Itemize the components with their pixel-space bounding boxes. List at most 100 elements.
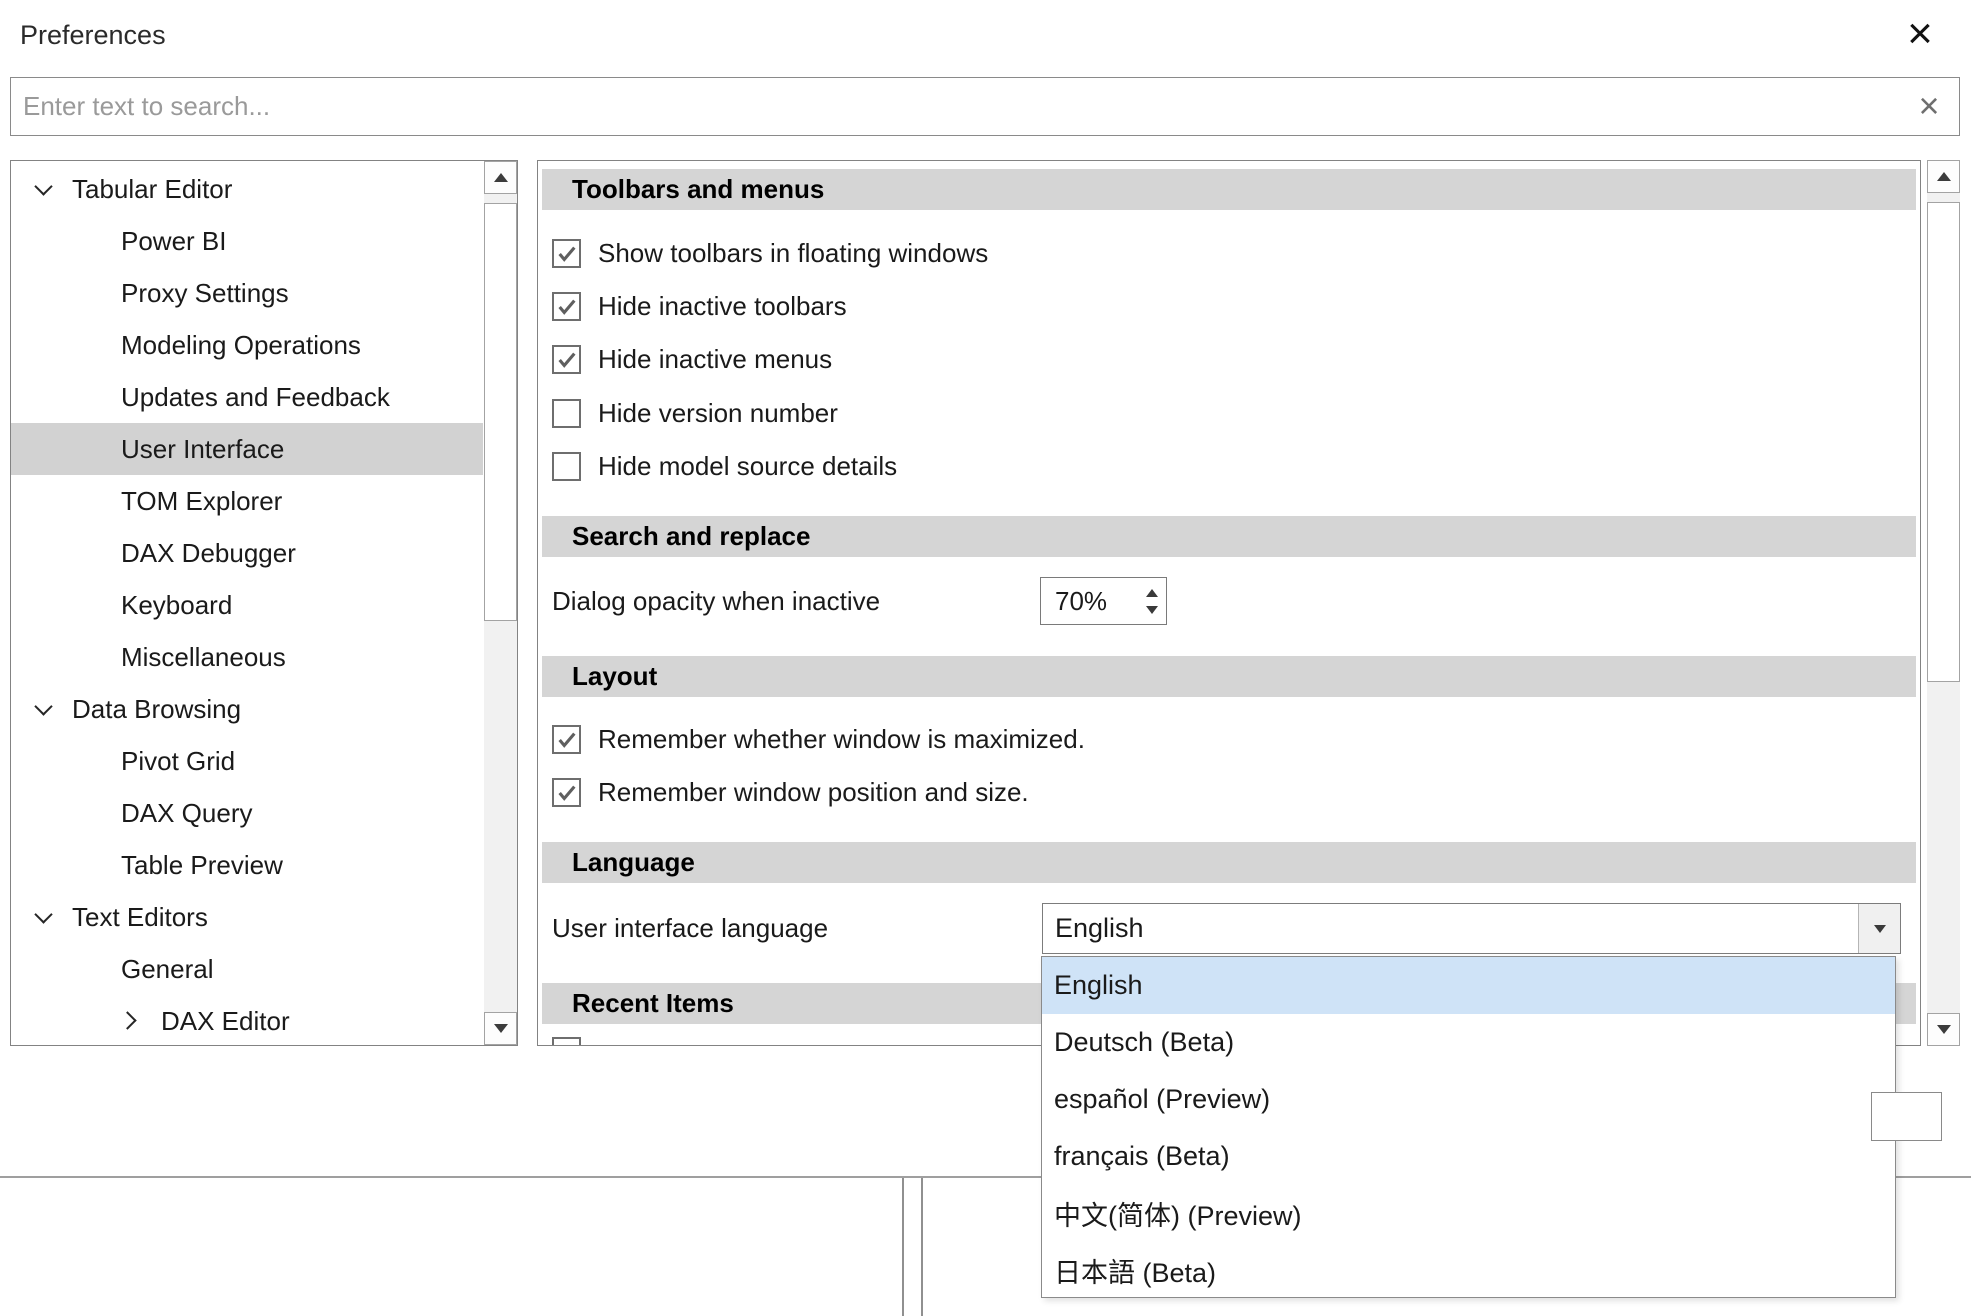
tree-item-dax-editor[interactable]: DAX Editor [11, 995, 483, 1046]
settings-scrollbar[interactable] [1927, 160, 1960, 1046]
search-input[interactable] [10, 77, 1960, 136]
field-label: User interface language [552, 913, 828, 944]
triangle-up-icon [1937, 172, 1951, 181]
window-title: Preferences [20, 20, 166, 51]
field-row: User interface language [552, 903, 828, 954]
combobox-dropdown-button[interactable] [1858, 904, 1900, 953]
scrollbar-thumb[interactable] [484, 203, 517, 621]
scroll-down-button[interactable] [1927, 1013, 1960, 1046]
tree-item-dax-query[interactable]: DAX Query [11, 787, 483, 839]
checkbox-hide-inactive-menus[interactable] [552, 345, 581, 374]
tree-item-label: Keyboard [121, 590, 232, 621]
tree-item-label: Updates and Feedback [121, 382, 390, 413]
checkmark-icon [556, 782, 578, 804]
language-dropdown-list: English Deutsch (Beta) español (Preview)… [1041, 956, 1896, 1298]
tree-item-label: Pivot Grid [121, 746, 235, 777]
settings-tree-panel: Tabular Editor Power BI Proxy Settings M… [10, 160, 518, 1046]
checkmark-icon [556, 349, 578, 371]
tree-item-label: TOM Explorer [121, 486, 282, 517]
tree-item-modeling-operations[interactable]: Modeling Operations [11, 319, 483, 371]
field-label: Dialog opacity when inactive [552, 586, 880, 617]
triangle-up-icon [494, 173, 508, 182]
scroll-up-button[interactable] [484, 161, 517, 194]
dropdown-option-deutsch[interactable]: Deutsch (Beta) [1042, 1014, 1895, 1071]
dropdown-option-chinese[interactable]: 中文(简体) (Preview) [1042, 1185, 1895, 1242]
title-bar: Preferences × [0, 0, 1971, 72]
dropdown-option-francais[interactable]: français (Beta) [1042, 1128, 1895, 1185]
checkbox-row: Hide model source details [552, 440, 897, 493]
checkbox-row: Hide version number [552, 387, 838, 440]
tree-item-tom-explorer[interactable]: TOM Explorer [11, 475, 483, 527]
language-combobox[interactable]: English [1042, 903, 1901, 954]
checkbox-label: Hide inactive toolbars [598, 291, 847, 322]
tree-item-label: Tabular Editor [72, 174, 232, 205]
checkbox-hide-model-source-details[interactable] [552, 452, 581, 481]
checkbox-label: Show toolbars in floating windows [598, 238, 988, 269]
chevron-right-icon[interactable] [118, 1011, 136, 1029]
chevron-down-icon[interactable] [34, 177, 52, 195]
checkmark-icon [556, 243, 578, 265]
search-clear-icon[interactable]: × [1907, 84, 1951, 128]
checkbox-remember-position-size[interactable] [552, 778, 581, 807]
checkbox-row: Hide inactive menus [552, 333, 832, 386]
section-title: Toolbars and menus [572, 174, 824, 205]
tree-item-text-editors[interactable]: Text Editors [11, 891, 483, 943]
opacity-spinner[interactable]: 70% [1040, 577, 1167, 625]
checkbox-partial[interactable] [552, 1037, 581, 1046]
tree-item-keyboard[interactable]: Keyboard [11, 579, 483, 631]
spinner-up-icon[interactable] [1146, 589, 1158, 597]
section-header-language: Language [542, 842, 1916, 883]
tree-item-label: Miscellaneous [121, 642, 286, 673]
checkbox-label: Hide model source details [598, 451, 897, 482]
checkbox-remember-maximized[interactable] [552, 725, 581, 754]
tree-item-tabular-editor[interactable]: Tabular Editor [11, 163, 483, 215]
tree-item-label: Text Editors [72, 902, 208, 933]
close-icon[interactable]: × [1895, 8, 1945, 60]
chevron-down-icon[interactable] [34, 697, 52, 715]
checkbox-label: Hide version number [598, 398, 838, 429]
checkbox-hide-version-number[interactable] [552, 399, 581, 428]
tree-item-user-interface[interactable]: User Interface [11, 423, 483, 475]
tree-scrollbar[interactable] [484, 161, 517, 1045]
tree-item-label: DAX Query [121, 798, 253, 829]
tree-item-label: DAX Editor [161, 1006, 290, 1037]
checkbox-hide-inactive-toolbars[interactable] [552, 292, 581, 321]
triangle-down-icon [1937, 1025, 1951, 1034]
tree-item-updates-and-feedback[interactable]: Updates and Feedback [11, 371, 483, 423]
tree-item-pivot-grid[interactable]: Pivot Grid [11, 735, 483, 787]
combobox-value: English [1043, 904, 1858, 953]
tree-item-miscellaneous[interactable]: Miscellaneous [11, 631, 483, 683]
tree-item-general[interactable]: General [11, 943, 483, 995]
dropdown-option-japanese[interactable]: 日本語 (Beta) [1042, 1242, 1895, 1299]
spinner-buttons [1138, 578, 1166, 624]
scroll-down-button[interactable] [484, 1012, 517, 1045]
button-fragment[interactable] [1871, 1092, 1942, 1141]
window-frame-edge [902, 1178, 923, 1316]
scrollbar-thumb[interactable] [1927, 202, 1960, 682]
scroll-up-button[interactable] [1927, 160, 1960, 193]
chevron-down-icon[interactable] [34, 905, 52, 923]
checkbox-row: Show toolbars in floating windows [552, 227, 988, 280]
section-header-search-replace: Search and replace [542, 516, 1916, 557]
spinner-down-icon[interactable] [1146, 606, 1158, 614]
tree-item-table-preview[interactable]: Table Preview [11, 839, 483, 891]
checkbox-label: Remember whether window is maximized. [598, 724, 1085, 755]
section-header-layout: Layout [542, 656, 1916, 697]
tree-item-proxy-settings[interactable]: Proxy Settings [11, 267, 483, 319]
checkbox-row: Remember whether window is maximized. [552, 713, 1085, 766]
section-title: Language [572, 847, 695, 878]
dropdown-option-espanol[interactable]: español (Preview) [1042, 1071, 1895, 1128]
tree-item-data-browsing[interactable]: Data Browsing [11, 683, 483, 735]
checkmark-icon [556, 296, 578, 318]
triangle-down-icon [1874, 925, 1886, 933]
tree-item-label: Table Preview [121, 850, 283, 881]
spinner-value[interactable]: 70% [1041, 578, 1138, 624]
checkbox-label: Remember window position and size. [598, 777, 1029, 808]
tree-item-power-bi[interactable]: Power BI [11, 215, 483, 267]
tree-item-dax-debugger[interactable]: DAX Debugger [11, 527, 483, 579]
field-row: Dialog opacity when inactive [552, 577, 880, 625]
section-title: Recent Items [572, 988, 734, 1019]
dropdown-option-english[interactable]: English [1042, 957, 1895, 1014]
settings-content-panel: Toolbars and menus Show toolbars in floa… [537, 160, 1921, 1046]
checkbox-show-toolbars-floating[interactable] [552, 239, 581, 268]
